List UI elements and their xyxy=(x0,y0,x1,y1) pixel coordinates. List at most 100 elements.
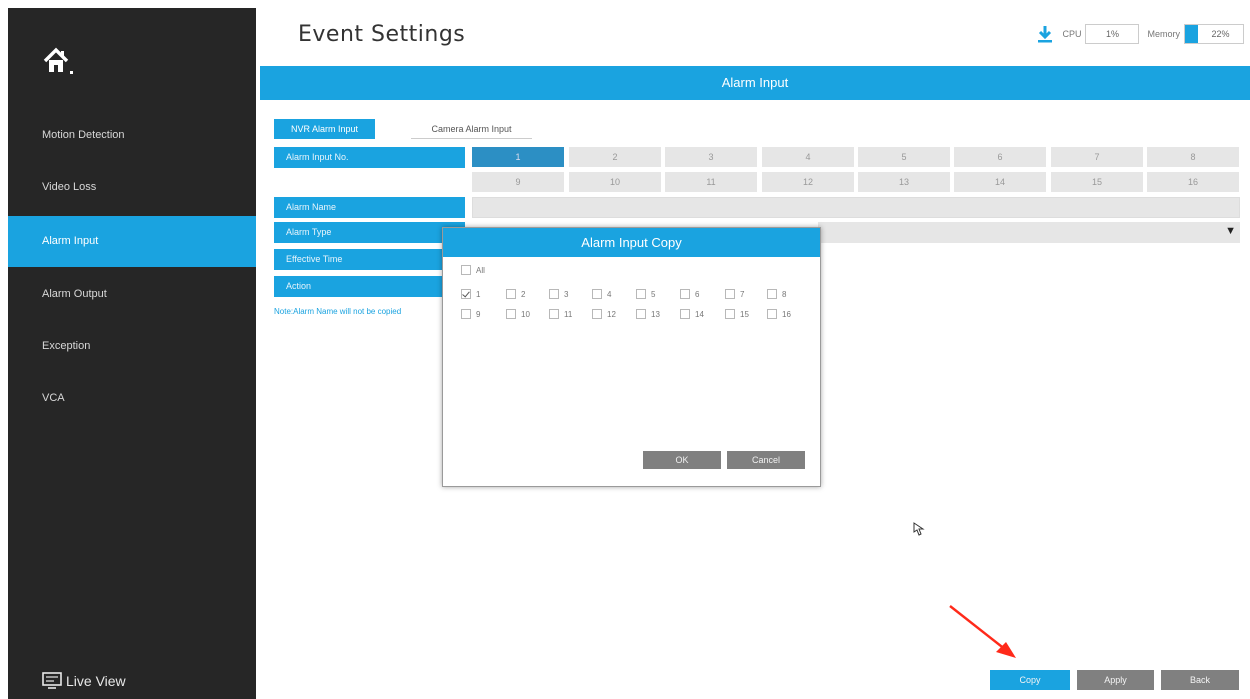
dropdown-arrow-icon: ▼ xyxy=(1225,225,1236,237)
apply-button[interactable]: Apply xyxy=(1077,670,1154,690)
checkbox-box-4[interactable] xyxy=(592,289,602,299)
checkbox-box-11[interactable] xyxy=(549,309,559,319)
checkbox-box-3[interactable] xyxy=(549,289,559,299)
channel-button-5[interactable]: 5 xyxy=(858,147,950,167)
channel-button-12[interactable]: 12 xyxy=(762,172,854,192)
copy-option-14[interactable]: 14 xyxy=(680,309,704,319)
checkbox-box-12[interactable] xyxy=(592,309,602,319)
alarm-input-copy-dialog: Alarm Input Copy All 1 2 3 4 5 6 7 8 9 1… xyxy=(442,227,821,487)
system-stats: CPU 1% Memory 22% xyxy=(1036,24,1244,44)
channel-button-7[interactable]: 7 xyxy=(1051,147,1143,167)
copy-note: Note:Alarm Name will not be copied xyxy=(274,307,402,316)
copy-option-label: 16 xyxy=(782,309,791,319)
checkbox-box-15[interactable] xyxy=(725,309,735,319)
checkbox-box-8[interactable] xyxy=(767,289,777,299)
copy-option-label: 2 xyxy=(521,289,526,299)
checkbox-box-7[interactable] xyxy=(725,289,735,299)
checkbox-box-2[interactable] xyxy=(506,289,516,299)
home-icon[interactable] xyxy=(42,46,76,76)
copy-option-13[interactable]: 13 xyxy=(636,309,660,319)
copy-option-3[interactable]: 3 xyxy=(549,289,568,299)
channel-button-15[interactable]: 15 xyxy=(1051,172,1143,192)
checkbox-box-5[interactable] xyxy=(636,289,646,299)
copy-option-label: 7 xyxy=(740,289,745,299)
copy-option-label: 14 xyxy=(695,309,704,319)
channel-button-9[interactable]: 9 xyxy=(472,172,564,192)
copy-option-label: 13 xyxy=(651,309,660,319)
action-label: Action xyxy=(274,276,465,297)
alarm-name-input[interactable] xyxy=(472,197,1240,218)
checkbox-box-13[interactable] xyxy=(636,309,646,319)
checkbox-all-box[interactable] xyxy=(461,265,471,275)
alarm-input-no-label: Alarm Input No. xyxy=(274,147,465,168)
channel-button-4[interactable]: 4 xyxy=(762,147,854,167)
sidebar-item-video-loss[interactable]: Video Loss xyxy=(8,162,256,213)
copy-option-label: 1 xyxy=(476,289,481,299)
copy-option-15[interactable]: 15 xyxy=(725,309,749,319)
copy-option-label: 3 xyxy=(564,289,569,299)
sidebar-item-vca[interactable]: VCA xyxy=(8,373,256,424)
copy-button[interactable]: Copy xyxy=(990,670,1070,690)
copy-option-8[interactable]: 8 xyxy=(767,289,786,299)
copy-option-label: 4 xyxy=(607,289,612,299)
copy-option-16[interactable]: 16 xyxy=(767,309,791,319)
channel-button-11[interactable]: 11 xyxy=(665,172,757,192)
dialog-title: Alarm Input Copy xyxy=(443,228,820,257)
copy-option-10[interactable]: 10 xyxy=(506,309,530,319)
alarm-name-label: Alarm Name xyxy=(274,197,465,218)
live-view-button[interactable]: Live View xyxy=(42,672,126,690)
copy-option-label: 5 xyxy=(651,289,656,299)
copy-option-label: 8 xyxy=(782,289,787,299)
copy-option-label: 10 xyxy=(521,309,530,319)
channel-button-14[interactable]: 14 xyxy=(954,172,1046,192)
tab-nvr-alarm-input[interactable]: NVR Alarm Input xyxy=(274,119,375,139)
sidebar: Motion Detection Video Loss Alarm Input … xyxy=(8,8,256,699)
checkbox-box-9[interactable] xyxy=(461,309,471,319)
copy-option-label: 6 xyxy=(695,289,700,299)
checkbox-all-label: All xyxy=(476,265,485,275)
event-settings-screen: Motion Detection Video Loss Alarm Input … xyxy=(0,0,1250,699)
copy-option-2[interactable]: 2 xyxy=(506,289,525,299)
checkbox-box-6[interactable] xyxy=(680,289,690,299)
cancel-button[interactable]: Cancel xyxy=(727,451,805,469)
effective-time-label: Effective Time xyxy=(274,249,465,270)
channel-button-3[interactable]: 3 xyxy=(665,147,757,167)
channel-button-2[interactable]: 2 xyxy=(569,147,661,167)
checkbox-box-14[interactable] xyxy=(680,309,690,319)
checkbox-all[interactable]: All xyxy=(461,265,485,275)
channel-button-8[interactable]: 8 xyxy=(1147,147,1239,167)
back-button[interactable]: Back xyxy=(1161,670,1239,690)
annotation-arrow-icon xyxy=(949,605,1016,658)
tab-camera-alarm-input[interactable]: Camera Alarm Input xyxy=(411,119,532,139)
copy-option-7[interactable]: 7 xyxy=(725,289,744,299)
sidebar-item-alarm-input[interactable]: Alarm Input xyxy=(8,216,256,267)
copy-option-label: 12 xyxy=(607,309,616,319)
copy-option-1[interactable]: 1 xyxy=(461,289,480,299)
sidebar-item-alarm-output[interactable]: Alarm Output xyxy=(8,269,256,320)
download-icon[interactable] xyxy=(1036,25,1054,43)
alarm-type-select[interactable]: ▼ xyxy=(818,222,1240,243)
sidebar-item-motion-detection[interactable]: Motion Detection xyxy=(8,110,256,161)
checkbox-box-1[interactable] xyxy=(461,289,471,299)
sidebar-item-exception[interactable]: Exception xyxy=(8,321,256,372)
copy-option-12[interactable]: 12 xyxy=(592,309,616,319)
checkbox-box-10[interactable] xyxy=(506,309,516,319)
copy-option-label: 11 xyxy=(564,309,573,319)
channel-button-16[interactable]: 16 xyxy=(1147,172,1239,192)
memory-label: Memory xyxy=(1147,29,1180,39)
ok-button[interactable]: OK xyxy=(643,451,721,469)
checkbox-box-16[interactable] xyxy=(767,309,777,319)
channel-button-10[interactable]: 10 xyxy=(569,172,661,192)
memory-meter: 22% xyxy=(1184,24,1244,44)
copy-option-4[interactable]: 4 xyxy=(592,289,611,299)
copy-option-label: 9 xyxy=(476,309,481,319)
copy-option-5[interactable]: 5 xyxy=(636,289,655,299)
channel-button-6[interactable]: 6 xyxy=(954,147,1046,167)
copy-option-6[interactable]: 6 xyxy=(680,289,699,299)
channel-button-1[interactable]: 1 xyxy=(472,147,564,167)
memory-value: 22% xyxy=(1211,29,1230,39)
copy-option-9[interactable]: 9 xyxy=(461,309,480,319)
copy-option-11[interactable]: 11 xyxy=(549,309,572,319)
channel-button-13[interactable]: 13 xyxy=(858,172,950,192)
page-title: Event Settings xyxy=(298,22,466,47)
